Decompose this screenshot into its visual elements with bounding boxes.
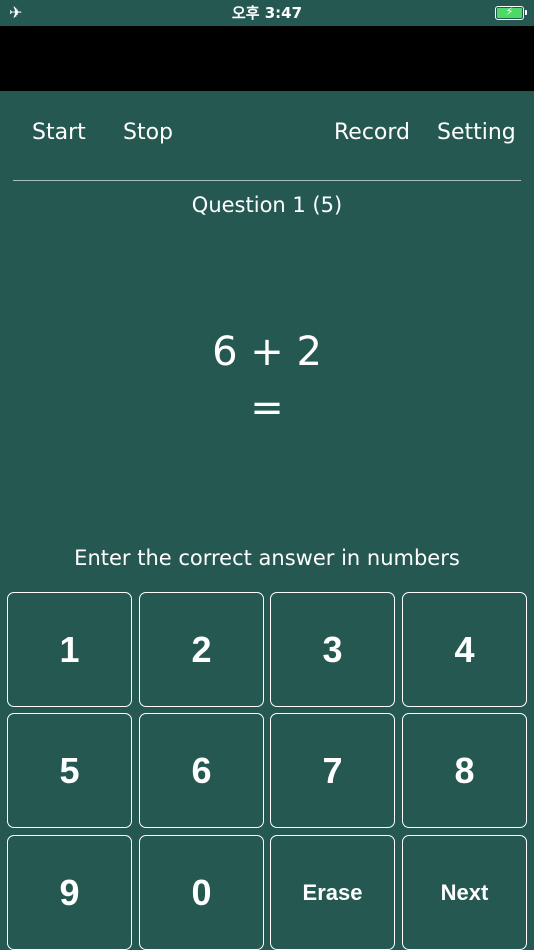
charging-bolt-icon: ⚡ xyxy=(505,5,514,18)
key-1-button[interactable]: 1 xyxy=(7,592,132,707)
key-7-button[interactable]: 7 xyxy=(270,713,395,828)
record-button[interactable]: Record xyxy=(334,118,410,148)
header-divider xyxy=(13,180,521,181)
next-button[interactable]: Next xyxy=(402,835,527,950)
ad-banner-area xyxy=(0,26,534,91)
key-6-button[interactable]: 6 xyxy=(139,713,264,828)
equals-sign: = xyxy=(250,385,284,431)
battery-level: ⚡ xyxy=(497,5,522,18)
key-3-button[interactable]: 3 xyxy=(270,592,395,707)
question-label: Question 1 (5) xyxy=(191,193,343,217)
key-9-button[interactable]: 9 xyxy=(7,835,132,950)
instruction-text: Enter the correct answer in numbers xyxy=(74,546,460,570)
stop-button[interactable]: Stop xyxy=(123,118,173,148)
problem-expression: 6 + 2 xyxy=(212,329,322,375)
start-button[interactable]: Start xyxy=(32,118,86,148)
key-0-button[interactable]: 0 xyxy=(139,835,264,950)
key-2-button[interactable]: 2 xyxy=(139,592,264,707)
erase-button[interactable]: Erase xyxy=(270,835,395,950)
battery-icon: ⚡ xyxy=(495,5,527,20)
key-8-button[interactable]: 8 xyxy=(402,713,527,828)
key-5-button[interactable]: 5 xyxy=(7,713,132,828)
setting-button[interactable]: Setting xyxy=(437,118,516,148)
key-4-button[interactable]: 4 xyxy=(402,592,527,707)
status-time: 오후 3:47 xyxy=(231,4,303,22)
status-bar: ✈ 오후 3:47 ⚡ xyxy=(0,0,534,26)
